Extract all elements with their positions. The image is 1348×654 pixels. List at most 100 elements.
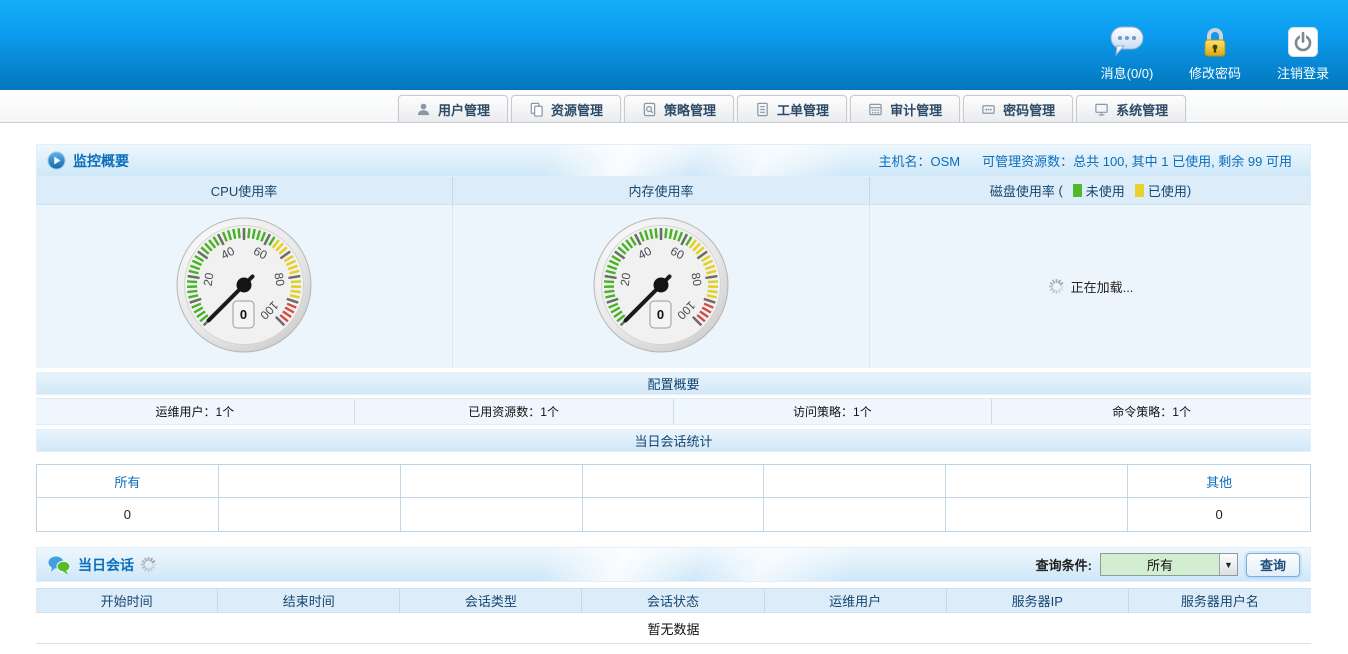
stats-val: [764, 498, 946, 531]
today-sessions-header: 当日会话 查询条件: 所有 ▼ 查询: [36, 547, 1311, 582]
stats-col-other[interactable]: 其他: [1128, 465, 1310, 498]
stats-col: [583, 465, 765, 498]
message-bubble-icon: [1108, 24, 1146, 60]
session-stats-header: 当日会话统计: [36, 429, 1311, 452]
unused-legend-swatch: [1073, 184, 1082, 197]
cpu-gauge-cell: 204060801000: [36, 205, 453, 368]
stats-val-other: 0: [1128, 498, 1310, 531]
unused-legend-label: 未使用: [1086, 181, 1125, 200]
query-condition-value: 所有: [1101, 554, 1219, 575]
user-icon: [416, 102, 431, 117]
main-panel: 监控概要 主机名：OSM 可管理资源数：总共 100, 其中 1 已使用, 剩余 …: [36, 144, 1311, 644]
config-summary-header: 配置概要: [36, 372, 1311, 395]
memory-gauge: 204060801000: [586, 210, 736, 363]
monitor-gauges-row: 204060801000 204060801000 正在加载...: [36, 205, 1311, 368]
tab-label: 密码管理: [1003, 100, 1055, 119]
loading-text: 正在加载...: [1071, 277, 1134, 296]
svg-text:0: 0: [657, 307, 664, 322]
main-nav-tabbar: 用户管理 资源管理 策略管理 工单管理 审计管理: [0, 90, 1348, 123]
stats-col: [946, 465, 1128, 498]
chevron-down-icon[interactable]: ▼: [1219, 554, 1237, 575]
password-dots-icon: [981, 102, 996, 117]
messages-label: 消息(0/0): [1101, 63, 1154, 82]
chat-bubbles-icon: [47, 555, 71, 575]
logout-label: 注销登录: [1277, 63, 1329, 82]
tab-label: 审计管理: [890, 100, 942, 119]
empty-data-row: 暂无数据: [36, 613, 1311, 644]
col-server-ip: 服务器IP: [947, 589, 1129, 612]
query-zone: 查询条件: 所有 ▼ 查询: [1036, 553, 1300, 577]
tab-resources[interactable]: 资源管理: [511, 95, 621, 122]
svg-text:0: 0: [240, 307, 247, 322]
access-policies-count: 访问策略：1个: [674, 399, 993, 424]
spinner-icon: [140, 556, 157, 573]
query-button[interactable]: 查询: [1246, 553, 1300, 577]
monitor-summary-header: 监控概要 主机名：OSM 可管理资源数：总共 100, 其中 1 已使用, 剩余 …: [36, 144, 1311, 177]
spinner-icon: [1048, 278, 1065, 295]
resource-summary: 可管理资源数：总共 100, 其中 1 已使用, 剩余 99 可用: [982, 154, 1292, 169]
col-server-username: 服务器用户名: [1129, 589, 1311, 612]
col-start-time: 开始时间: [36, 589, 218, 612]
tab-policies[interactable]: 策略管理: [624, 95, 734, 122]
stats-val: [219, 498, 401, 531]
stats-col: [764, 465, 946, 498]
sessions-table-header-row: 开始时间 结束时间 会话类型 会话状态 运维用户 服务器IP 服务器用户名: [36, 588, 1311, 613]
col-end-time: 结束时间: [218, 589, 400, 612]
used-resources-count: 已用资源数：1个: [355, 399, 674, 424]
ops-users-count: 运维用户：1个: [36, 399, 355, 424]
query-condition-select[interactable]: 所有 ▼: [1100, 553, 1238, 576]
tab-workorders[interactable]: 工单管理: [737, 95, 847, 122]
svg-text:20: 20: [618, 271, 634, 287]
topbar: 消息(0/0) 修改密码 注销登录: [0, 0, 1348, 90]
stats-val: [583, 498, 765, 531]
svg-text:80: 80: [271, 272, 287, 288]
session-stats-table: 所有 其他 0 0: [36, 464, 1311, 532]
monitor-column-headers: CPU使用率 内存使用率 磁盘使用率 (未使用已使用): [36, 177, 1311, 205]
messages-button[interactable]: 消息(0/0): [1092, 24, 1162, 82]
stats-col: [401, 465, 583, 498]
play-icon[interactable]: [47, 151, 66, 170]
stats-val-all: 0: [37, 498, 219, 531]
power-icon: [1287, 24, 1319, 60]
monitor-icon: [1094, 102, 1109, 117]
stats-col: [219, 465, 401, 498]
tab-passwords[interactable]: 密码管理: [963, 95, 1073, 122]
command-policies-count: 命令策略：1个: [992, 399, 1311, 424]
tab-label: 用户管理: [438, 100, 490, 119]
stats-col-all[interactable]: 所有: [37, 465, 219, 498]
clipboard-copy-icon: [529, 102, 544, 117]
change-password-button[interactable]: 修改密码: [1180, 24, 1250, 82]
topbar-actions: 消息(0/0) 修改密码 注销登录: [1092, 24, 1338, 82]
svg-text:20: 20: [201, 271, 217, 287]
stats-val: [401, 498, 583, 531]
memory-gauge-cell: 204060801000: [453, 205, 870, 368]
document-icon: [755, 102, 770, 117]
tab-audit[interactable]: 审计管理: [850, 95, 960, 122]
config-summary-row: 运维用户：1个 已用资源数：1个 访问策略：1个 命令策略：1个: [36, 398, 1311, 425]
tab-label: 资源管理: [551, 100, 603, 119]
cpu-usage-header: CPU使用率: [36, 177, 453, 204]
change-password-label: 修改密码: [1189, 63, 1241, 82]
logout-button[interactable]: 注销登录: [1268, 24, 1338, 82]
tab-system[interactable]: 系统管理: [1076, 95, 1186, 122]
today-sessions-table: 开始时间 结束时间 会话类型 会话状态 运维用户 服务器IP 服务器用户名 暂无…: [36, 588, 1311, 644]
host-info: 主机名：OSM 可管理资源数：总共 100, 其中 1 已使用, 剩余 99 可用: [878, 151, 1300, 170]
tab-users[interactable]: 用户管理: [398, 95, 508, 122]
policy-search-icon: [642, 102, 657, 117]
monitor-summary-title: 监控概要: [73, 151, 129, 171]
col-session-type: 会话类型: [400, 589, 582, 612]
cpu-gauge: 204060801000: [169, 210, 319, 363]
tab-label: 策略管理: [664, 100, 716, 119]
query-condition-label: 查询条件:: [1036, 555, 1092, 574]
col-ops-user: 运维用户: [765, 589, 947, 612]
today-sessions-title: 当日会话: [78, 555, 134, 575]
disk-usage-header: 磁盘使用率 (未使用已使用): [870, 177, 1311, 204]
disk-loading-cell: 正在加载...: [870, 205, 1311, 368]
svg-text:80: 80: [688, 272, 704, 288]
memory-usage-header: 内存使用率: [453, 177, 870, 204]
col-session-status: 会话状态: [582, 589, 764, 612]
tab-label: 工单管理: [777, 100, 829, 119]
host-name: 主机名：OSM: [878, 154, 960, 169]
stats-val: [946, 498, 1128, 531]
tab-label: 系统管理: [1116, 100, 1168, 119]
